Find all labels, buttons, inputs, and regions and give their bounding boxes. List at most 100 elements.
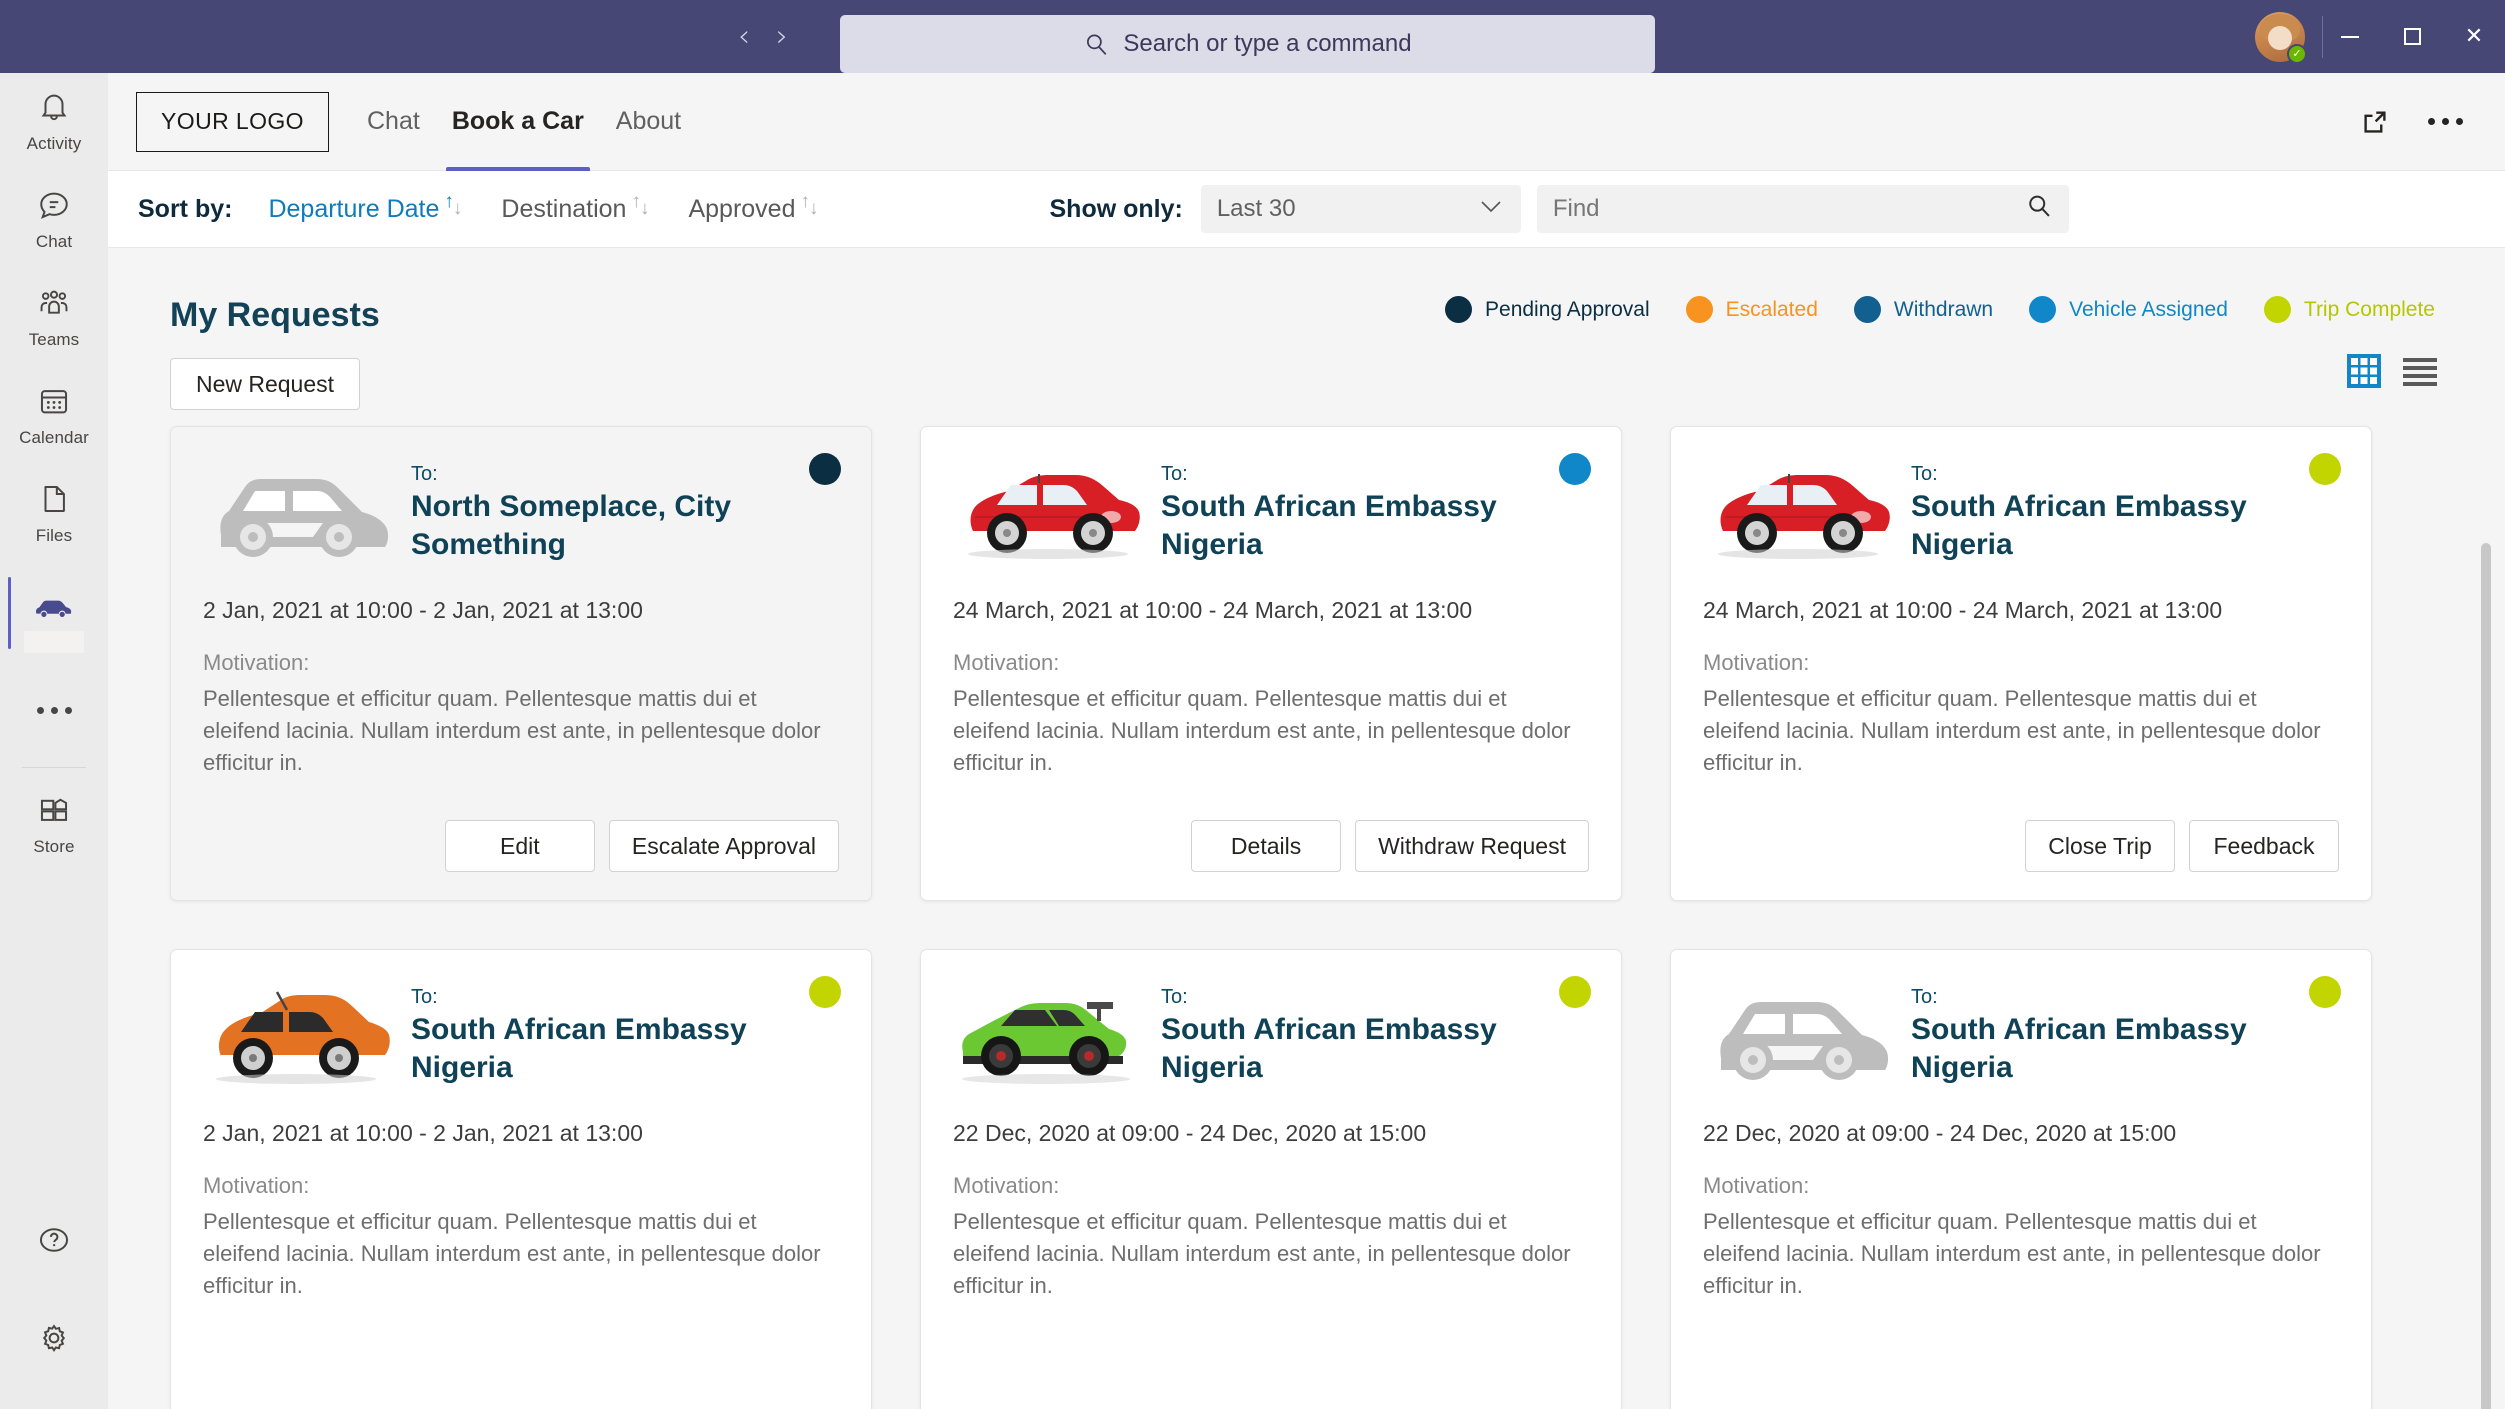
open-in-new-icon[interactable] [2360,107,2390,137]
to-label: To: [1161,463,1188,485]
edit-button[interactable]: Edit [444,820,595,872]
destination-name: South African Embassy Nigeria [1161,490,1497,561]
destination-name: South African Embassy Nigeria [411,1013,747,1084]
sidebar-item-store[interactable]: Store [0,776,108,874]
find-field[interactable] [1536,185,2069,233]
window-controls: ✕ [2319,0,2505,73]
legend-label: Escalated [1725,297,1818,321]
page-title: My Requests [170,296,380,334]
forward-icon[interactable]: › [776,21,788,52]
sidebar-item-label: Activity [26,134,82,153]
motivation-label: Motivation: [1703,650,1810,675]
close-button[interactable]: ✕ [2443,0,2505,73]
request-card[interactable]: To: South African Embassy Nigeria 22 Dec… [1670,949,2372,1409]
help-icon [37,1223,71,1262]
sidebar-item-book-a-car[interactable] [0,563,108,661]
sidebar-item-label: Teams [28,330,80,349]
tab-chat[interactable]: Chat [351,73,436,171]
request-card[interactable]: To: South African Embassy Nigeria 22 Dec… [920,949,1622,1409]
more-options-icon[interactable] [2428,118,2463,125]
sidebar-bottom-group [0,1193,108,1389]
card-header: To: South African Embassy Nigeria [953,453,1589,571]
chat-icon [37,188,71,227]
sort-options: Departure Date ↑ ↓ Destination ↑ ↓ Approve… [268,190,857,224]
files-icon [37,482,71,521]
card-header: To: South African Embassy Nigeria [1703,453,2339,571]
request-card[interactable]: To: South African Embassy Nigeria 2 Jan,… [170,949,872,1409]
request-card[interactable]: To: South African Embassy Nigeria 24 Mar… [1670,426,2372,901]
motivation-label: Motivation: [953,650,1060,675]
destination-name: South African Embassy Nigeria [1911,1013,2247,1084]
filter-select-value: Last 30 [1216,195,1296,222]
sort-by-label: Sort by: [138,194,233,223]
scrollbar-thumb[interactable] [2481,543,2491,1409]
legend-label: Pending Approval [1485,297,1650,321]
feedback-button[interactable]: Feedback [2189,820,2339,872]
destination-name: South African Embassy Nigeria [1911,490,2247,561]
status-dot [1685,296,1713,323]
card-destination: To: South African Embassy Nigeria [1911,976,2281,1094]
sidebar-item-label: Chat [35,232,73,251]
sort-arrows-icon: ↑ ↓ [631,190,650,219]
sort-option-label: Destination [501,194,627,223]
status-badge [809,976,841,1008]
new-request-button[interactable]: New Request [170,358,360,410]
presence-available-icon: ✓ [2287,44,2307,64]
motivation-text: Pellentesque et efficitur quam. Pellente… [203,1209,821,1298]
sidebar-item-more[interactable] [0,661,108,759]
sidebar-item-label: Store [33,837,75,856]
nav-arrows: ‹ › [738,21,788,52]
find-input[interactable] [1552,195,1993,223]
status-dot [1445,296,1473,323]
maximize-button[interactable] [2381,0,2443,73]
sidebar-item-chat[interactable]: Chat [0,171,108,269]
sidebar-item-files[interactable]: Files [0,465,108,563]
car-image-red-hatchback [1703,453,1893,571]
details-button[interactable]: Details [1191,820,1342,872]
sort-option-label: Approved [688,194,796,223]
to-label: To: [411,986,438,1008]
to-label: To: [1911,463,1938,485]
escalate-approval-button[interactable]: Escalate Approval [608,820,839,872]
motivation-text: Pellentesque et efficitur quam. Pellente… [203,686,821,775]
view-toggle [2347,354,2437,388]
search-icon[interactable] [2025,192,2053,227]
global-search-input[interactable]: Search or type a command [840,15,1655,73]
car-image-orange-hatchback [203,976,393,1094]
minimize-button[interactable] [2319,0,2381,73]
legend-item-escalated: Escalated [1685,296,1818,323]
sidebar-item-activity[interactable]: Activity [0,73,108,171]
avatar[interactable]: ✓ [2255,12,2307,64]
list-view-icon[interactable] [2403,356,2437,386]
sidebar-item-teams[interactable]: Teams [0,269,108,367]
request-card[interactable]: To: South African Embassy Nigeria 24 Mar… [920,426,1622,901]
chevron-down-icon [1477,197,1505,221]
request-card[interactable]: To: North Someplace, City Something 2 Ja… [170,426,872,901]
motivation-label: Motivation: [1703,1173,1810,1198]
filter-select[interactable]: Last 30 [1200,185,1521,233]
status-badge [1559,976,1591,1008]
sidebar-item-label: Calendar [19,428,89,447]
sort-option-approved[interactable]: Approved ↑ ↓ [688,192,819,224]
destination-name: North Someplace, City Something [411,490,732,561]
close-trip-button[interactable]: Close Trip [2025,820,2175,872]
back-icon[interactable]: ‹ [738,21,750,52]
tab-about[interactable]: About [600,73,697,171]
sidebar-item-help[interactable] [0,1193,108,1291]
motivation-text: Pellentesque et efficitur quam. Pellente… [1703,1209,2321,1298]
withdraw-request-button[interactable]: Withdraw Request [1355,820,1589,872]
card-destination: To: South African Embassy Nigeria [411,976,781,1094]
status-dot [1853,296,1881,323]
content-scrollbar[interactable] [2481,543,2491,1409]
sort-option-departure-date[interactable]: Departure Date ↑ ↓ [268,192,463,224]
sidebar-item-settings[interactable] [0,1291,108,1389]
trip-dates: 24 March, 2021 at 10:00 - 24 March, 2021… [1703,597,2223,623]
sort-option-destination[interactable]: Destination ↑ ↓ [501,190,650,224]
card-actions: Close Trip Feedback [2025,820,2339,872]
card-destination: To: South African Embassy Nigeria [1911,453,2281,571]
sidebar-divider [22,767,86,768]
sidebar-item-calendar[interactable]: Calendar [0,367,108,465]
tab-book-a-car[interactable]: Book a Car [436,73,600,171]
grid-view-icon[interactable] [2347,354,2381,388]
car-image-green-supercar [953,976,1143,1094]
